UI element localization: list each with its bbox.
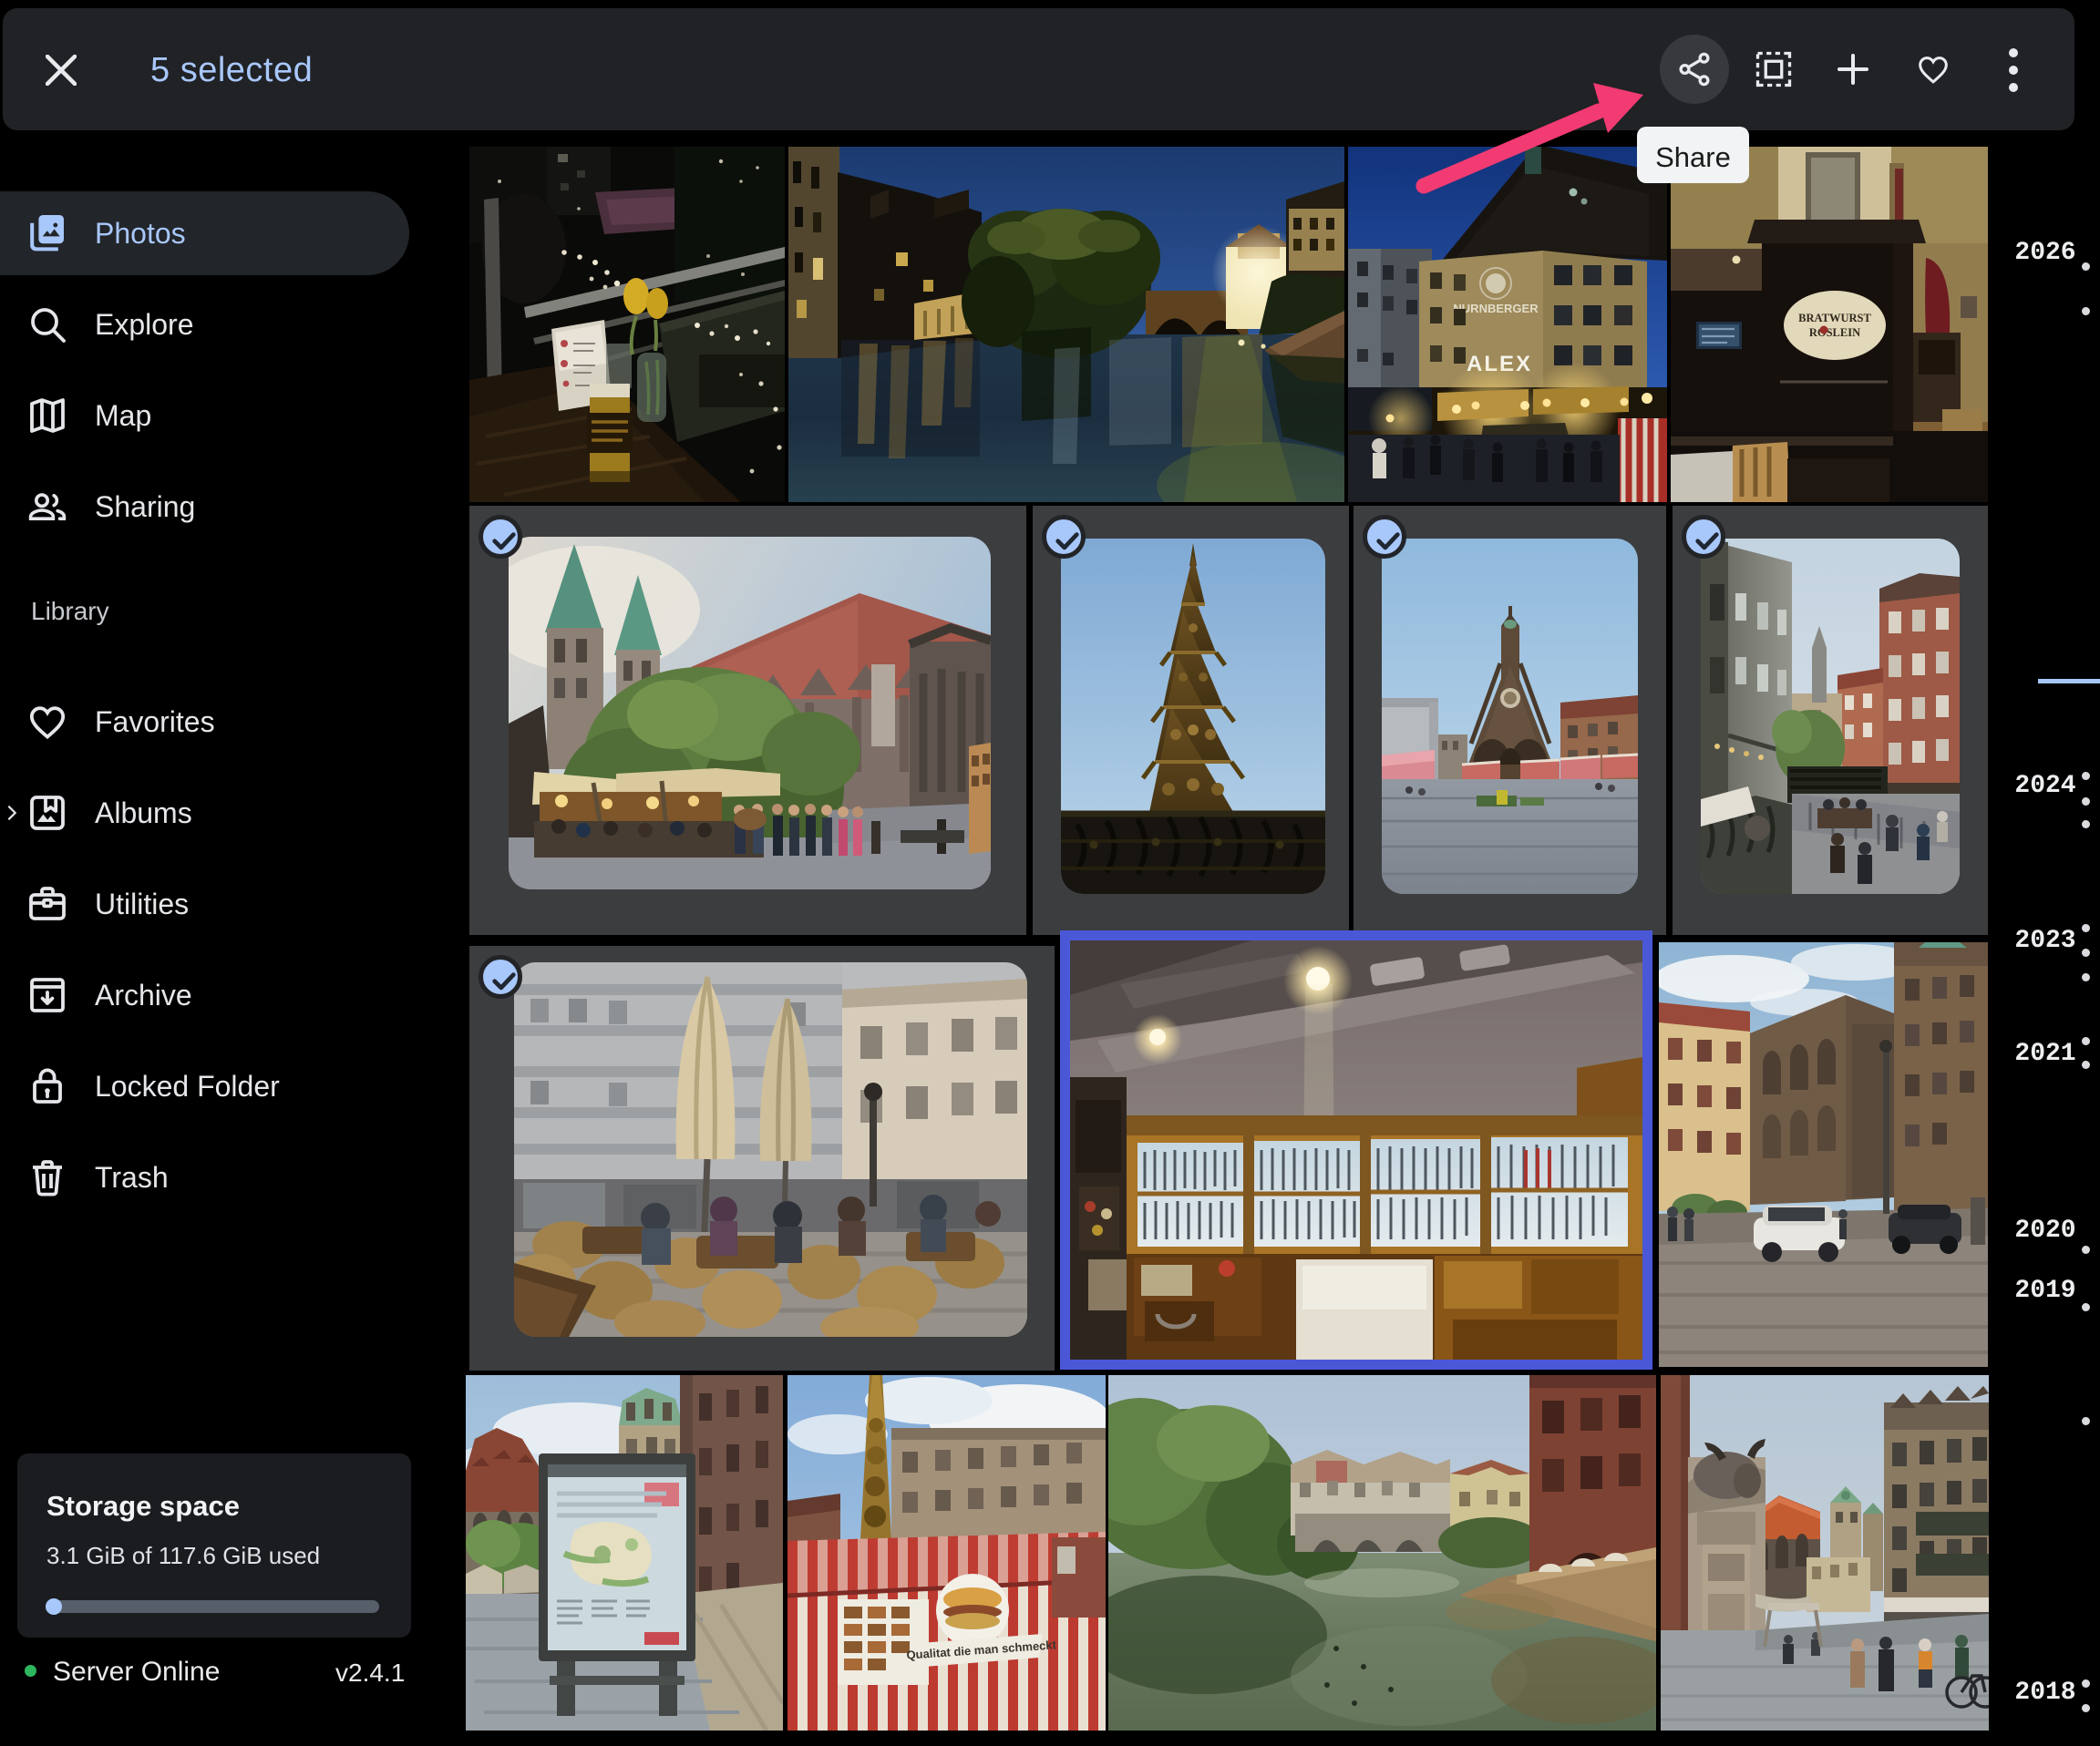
svg-text:ROSLEIN: ROSLEIN: [1809, 326, 1860, 339]
svg-text:NURNBERGER: NURNBERGER: [1453, 302, 1539, 315]
svg-text:BRATWURST: BRATWURST: [1798, 312, 1871, 324]
